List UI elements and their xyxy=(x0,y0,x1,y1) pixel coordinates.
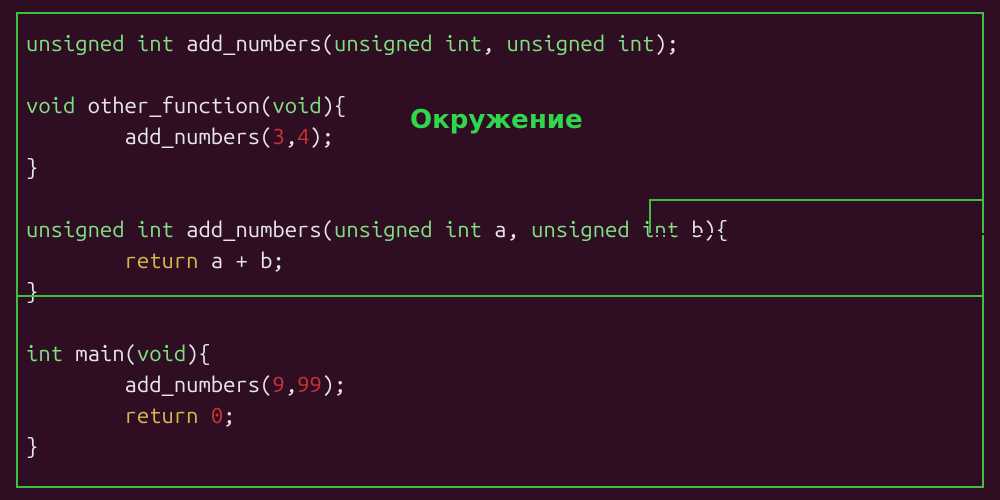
code-token: 9 xyxy=(272,372,284,397)
code-token: void xyxy=(272,93,321,118)
code-token: b xyxy=(679,217,704,242)
code-token: ){ xyxy=(322,93,347,118)
environment-box: unsigned int add_numbers(unsigned int, u… xyxy=(16,12,984,488)
code-line: } xyxy=(26,276,974,307)
code-line: int main(void){ xyxy=(26,338,974,369)
code-token: 4 xyxy=(297,124,309,149)
code-token: return xyxy=(125,403,199,428)
code-line xyxy=(26,183,974,214)
code-token: other_function( xyxy=(75,93,272,118)
code-token: unsigned int xyxy=(334,217,482,242)
code-token: a + b; xyxy=(198,248,284,273)
code-token: ); xyxy=(309,124,334,149)
code-line: return a + b; xyxy=(26,245,974,276)
code-token: return xyxy=(125,248,199,273)
code-line xyxy=(26,307,974,338)
code-token: unsigned int xyxy=(26,31,174,56)
code-token: ); xyxy=(322,372,347,397)
code-token: int xyxy=(26,341,63,366)
code-line: return 0; xyxy=(26,400,974,431)
code-token: main( xyxy=(63,341,137,366)
code-line: add_numbers(9,99); xyxy=(26,369,974,400)
code-line: unsigned int add_numbers(unsigned int, u… xyxy=(26,28,974,59)
code-token: , xyxy=(482,31,507,56)
code-token: ){ xyxy=(704,217,729,242)
code-token: ; xyxy=(223,403,235,428)
code-token: unsigned int xyxy=(531,217,679,242)
code-token: void xyxy=(26,93,75,118)
code-token: 99 xyxy=(297,372,322,397)
code-token: , xyxy=(285,372,297,397)
code-token: add_numbers( xyxy=(26,372,272,397)
code-token: 3 xyxy=(272,124,284,149)
code-token: ); xyxy=(654,31,679,56)
code-token: add_numbers( xyxy=(174,31,334,56)
code-token: add_numbers( xyxy=(26,124,272,149)
code-token: } xyxy=(26,434,38,459)
code-token xyxy=(26,248,125,273)
code-token: unsigned int xyxy=(507,31,655,56)
code-token: void xyxy=(137,341,186,366)
code-block: unsigned int add_numbers(unsigned int, u… xyxy=(26,28,974,462)
code-token: } xyxy=(26,279,38,304)
code-line: unsigned int add_numbers(unsigned int a,… xyxy=(26,214,974,245)
code-line xyxy=(26,59,974,90)
code-line: } xyxy=(26,152,974,183)
code-token: } xyxy=(26,155,38,180)
code-token xyxy=(26,403,125,428)
code-token: , xyxy=(285,124,297,149)
code-line: } xyxy=(26,431,974,462)
code-token: unsigned int xyxy=(334,31,482,56)
code-token xyxy=(198,403,210,428)
code-token: add_numbers( xyxy=(174,217,334,242)
code-token: ){ xyxy=(186,341,211,366)
code-token: unsigned int xyxy=(26,217,174,242)
code-token: a, xyxy=(482,217,531,242)
code-token: 0 xyxy=(211,403,223,428)
annotation-label: Окружение xyxy=(410,105,583,135)
